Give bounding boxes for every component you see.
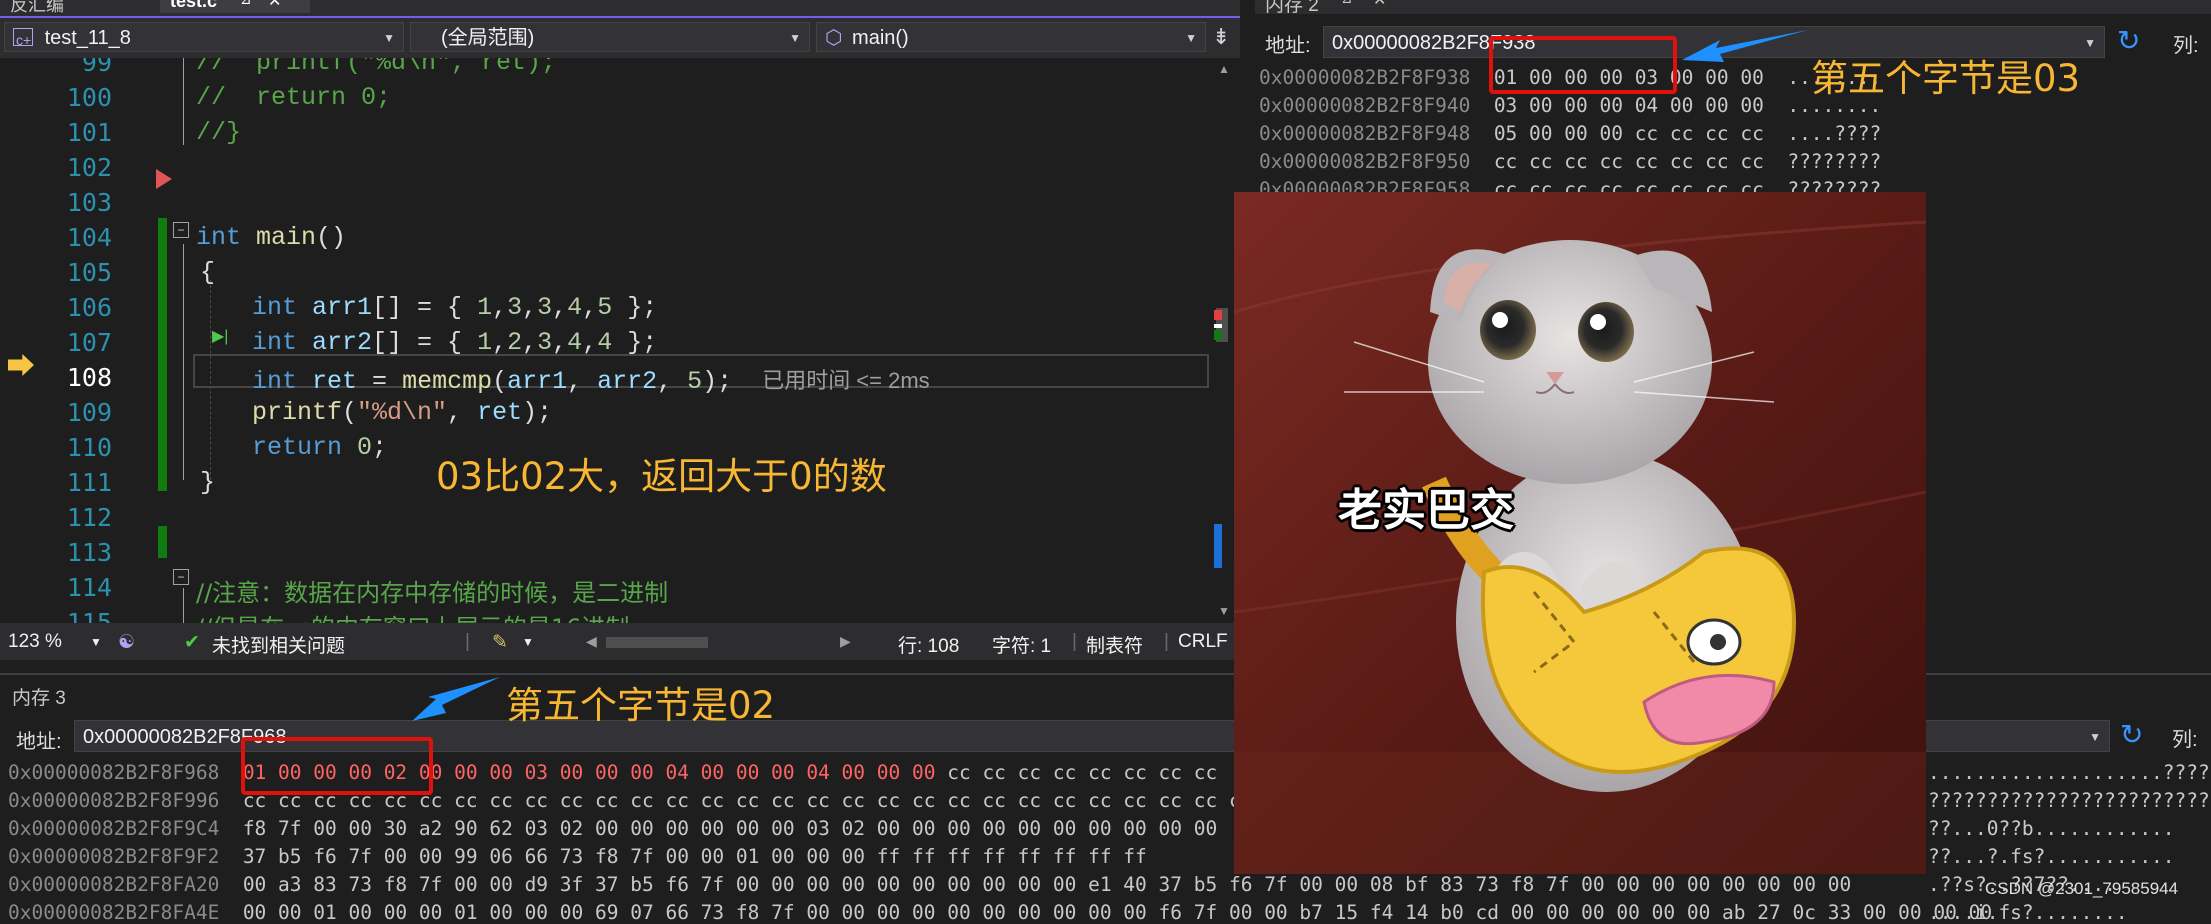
arrow-icon: [1682, 30, 1808, 62]
code-arr1-decl: int arr1[] = { 1,3,3,4,5 };: [252, 293, 658, 322]
editor-status-bar: 123 % ▼ ☯ ✔ 未找到相关问题 | ✎ ▼ ◀ ▶ 行: 108 字符:…: [0, 623, 1240, 660]
horizontal-scroll-thumb[interactable]: [606, 637, 708, 648]
close-icon[interactable]: ✕: [1373, 0, 1386, 10]
memory-2-annotation: 第五个字节是03: [1811, 57, 2081, 100]
code-line: 113: [66, 538, 112, 567]
chevron-down-icon[interactable]: ▼: [522, 635, 534, 649]
memory-row: 0x00000082B2F8F968 01 00 00 00 02 00 00 …: [8, 761, 1218, 784]
split-icon[interactable]: ⇟: [1212, 24, 1230, 50]
chevron-down-icon: ▼: [1185, 31, 1197, 45]
code-line: 99 // printf("%d\n", ret);: [81, 58, 557, 77]
code-line: 100 // return 0;: [66, 83, 392, 112]
memory-ascii: ....i.fs?........: [1928, 901, 2128, 924]
close-icon[interactable]: ✕: [268, 0, 281, 11]
code-main-signature: int main(): [196, 223, 347, 252]
tab-disassembly[interactable]: 反汇编: [0, 0, 74, 15]
scroll-right-icon[interactable]: ▶: [840, 633, 851, 650]
code-line: 104 int main(): [66, 223, 347, 252]
code-line: 103: [66, 188, 112, 217]
code-line: 102: [66, 153, 112, 182]
memory-3-title: 内存 3: [12, 688, 66, 709]
brush-icon[interactable]: ✎: [492, 631, 508, 654]
memory-row: 0x00000082B2F8FA4E 00 00 01 00 00 00 01 …: [8, 901, 1993, 924]
indent-mode[interactable]: 制表符: [1086, 631, 1143, 658]
memory-ascii: ??...0??b............: [1928, 817, 2175, 840]
function-dropdown[interactable]: ⬡ main() ▼: [816, 22, 1206, 52]
divider: |: [1072, 631, 1077, 652]
memory-row: 0x00000082B2F8F940 03 00 00 00 04 00 00 …: [1259, 94, 1882, 117]
chevron-down-icon[interactable]: ▼: [90, 635, 102, 649]
chevron-down-icon: ▼: [383, 31, 395, 45]
memory-row: 0x00000082B2F8F950 cc cc cc cc cc cc cc …: [1259, 150, 1882, 173]
code-line: 112: [66, 503, 112, 532]
change-marker: [1214, 330, 1222, 340]
code-annotation: 03比02大，返回大于0的数: [436, 455, 887, 498]
code-line: 108 int ret = memcmp(arr1, arr2, 5); 已用时…: [66, 363, 930, 396]
pin-icon[interactable]: ⊿: [1341, 0, 1353, 7]
divider: |: [465, 631, 470, 652]
copilot-icon[interactable]: ☯: [118, 631, 135, 654]
scope-dropdown[interactable]: (全局范围) ▼: [410, 22, 810, 52]
meme-caption: 老实巴交: [1338, 485, 1514, 536]
chevron-down-icon: ▼: [789, 31, 801, 45]
memory-2-title-bar: 内存 2 ⊿ ✕: [1255, 0, 2211, 14]
pin-icon[interactable]: ⊿: [240, 0, 252, 8]
project-dropdown[interactable]: c+ test_11_8 ▼: [4, 22, 404, 52]
line-ending[interactable]: CRLF: [1178, 631, 1228, 653]
code-line: 114 //注意：数据在内存中存储的时候，是二进制: [66, 573, 669, 607]
memory-ascii: ??????????????????????????: [1928, 789, 2211, 812]
code-return: return 0;: [252, 433, 388, 462]
cat-meme-image: 老实巴交: [1234, 192, 1926, 874]
memory-row: 0x00000082B2F8F9F2 37 b5 f6 7f 00 00 99 …: [8, 845, 1147, 868]
highlight-box-fifth-byte: [1489, 36, 1677, 94]
memory-ascii: ....................?????: [1928, 761, 2211, 784]
char-indicator[interactable]: 字符: 1: [992, 631, 1051, 658]
selection-marker: [1214, 524, 1222, 568]
memory-row: 0x00000082B2F8F948 05 00 00 00 cc cc cc …: [1259, 122, 1882, 145]
address-label: 地址:: [1265, 35, 1311, 57]
navigation-bar: c+ test_11_8 ▼ (全局范围) ▼ ⬡ main() ▼ ⇟: [0, 18, 1240, 58]
scroll-up-icon[interactable]: ▲: [1218, 62, 1230, 76]
code-printf-call: printf("%d\n", ret);: [252, 398, 553, 427]
chevron-down-icon: ▼: [2089, 730, 2101, 744]
editor-tab-strip: 反汇编 test.c ⊿ ✕: [0, 0, 1240, 18]
memory-row: 0x00000082B2F8FA20 00 a3 83 73 f8 7f 00 …: [8, 873, 1852, 896]
scroll-down-icon[interactable]: ▼: [1218, 604, 1230, 618]
memory-row: 0x00000082B2F8F9C4 f8 7f 00 00 30 a2 90 …: [8, 817, 1218, 840]
memory-ascii: ??...?.fs?...........: [1928, 845, 2175, 868]
zoom-level[interactable]: 123 %: [8, 631, 62, 653]
refresh-icon[interactable]: ↻: [2120, 718, 2143, 751]
code-line: 105 {: [66, 258, 216, 287]
issues-status[interactable]: 未找到相关问题: [212, 631, 345, 658]
code-memcmp-call: int ret = memcmp(arr1, arr2, 5); 已用时间 <=…: [252, 367, 930, 396]
column-label: 列:: [2173, 35, 2199, 57]
refresh-icon[interactable]: ↻: [2117, 24, 2140, 57]
code-line: 107 int arr2[] = { 1,2,3,4,4 };: [66, 328, 658, 357]
code-editor-pane: 反汇编 test.c ⊿ ✕ c+ test_11_8 ▼ (全局范围) ▼ ⬡…: [0, 0, 1240, 660]
scroll-left-icon[interactable]: ◀: [586, 633, 597, 650]
column-label: 列:: [2172, 729, 2198, 751]
code-line: 109 printf("%d\n", ret);: [66, 398, 553, 427]
check-circle-icon: ✔: [184, 632, 200, 653]
memory-3-annotation: 第五个字节是02: [506, 684, 776, 727]
code-line: 101 //}: [66, 118, 242, 147]
elapsed-time-hint: 已用时间 <= 2ms: [762, 368, 930, 393]
address-label: 地址:: [16, 731, 62, 753]
line-indicator[interactable]: 行: 108: [898, 631, 959, 658]
code-arr2-decl: int arr2[] = { 1,2,3,4,4 };: [252, 328, 658, 357]
cube-icon: ⬡: [825, 27, 843, 49]
error-marker: [1214, 310, 1222, 320]
project-icon: c+: [13, 28, 33, 48]
watermark: CSDN @2301_79585944: [1985, 879, 2179, 898]
tab-test-c[interactable]: test.c ⊿ ✕: [160, 0, 310, 13]
chevron-down-icon: ▼: [2084, 36, 2096, 50]
caret-marker: [1214, 324, 1222, 328]
code-line: 115 //但是在vs的内存窗口上展示的是16进制: [66, 608, 630, 623]
arrow-icon: [412, 677, 500, 721]
code-line: 106 int arr1[] = { 1,3,3,4,5 };: [66, 293, 658, 322]
code-text-area[interactable]: − − ▶| 99 // printf("%d\n", ret); 100 //…: [0, 58, 1210, 623]
highlight-box-fifth-byte: [241, 737, 433, 795]
divider: |: [1164, 631, 1169, 652]
